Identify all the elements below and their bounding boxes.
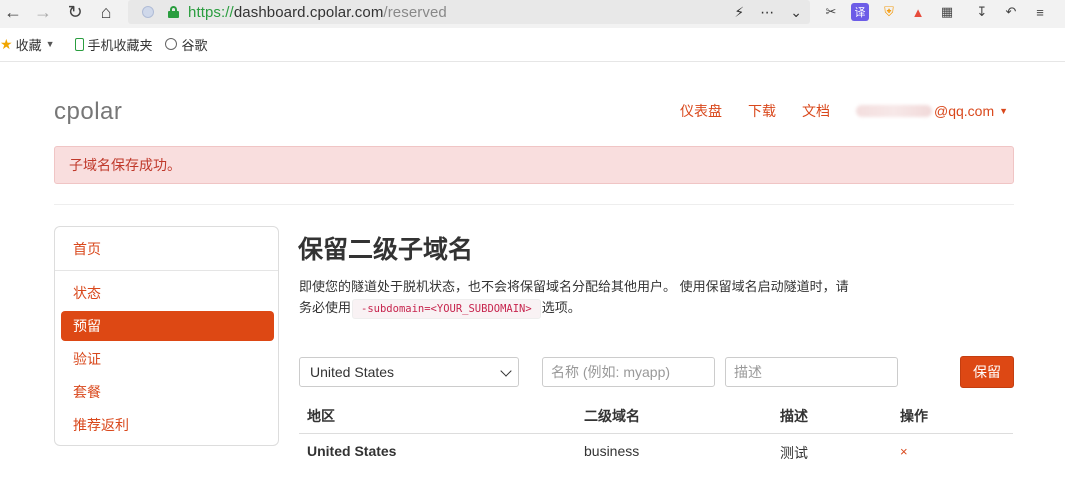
site-info-icon[interactable] (142, 6, 154, 18)
user-email: @qq.com (934, 103, 995, 119)
scissors-icon[interactable]: ✂ (822, 3, 840, 21)
bookmark-label: 谷歌 (181, 37, 208, 53)
star-icon: ★ (0, 35, 13, 52)
page-title: 保留二级子域名 (298, 236, 474, 264)
translate-icon[interactable]: 译 (851, 3, 869, 21)
phone-icon (74, 37, 84, 51)
sidebar: 首页 状态 预留 验证 套餐 推荐返利 (54, 226, 279, 446)
url-path: /reserved (383, 3, 447, 21)
description-input[interactable] (725, 357, 898, 387)
nav-dashboard[interactable]: 仪表盘 (680, 101, 722, 121)
divider (0, 61, 1065, 62)
lock-icon (168, 6, 179, 18)
caret-down-icon: ▼ (999, 106, 1009, 116)
forward-icon[interactable]: → (30, 0, 56, 24)
bookmark-label: 手机收藏夹 (87, 37, 153, 53)
bookmarks-bar: ★ 收藏 ▼ 手机收藏夹 谷歌 (0, 33, 220, 55)
sidebar-item-reserved[interactable]: 预留 (61, 311, 274, 341)
download-icon[interactable]: ↧ (973, 3, 991, 21)
subdomain-name-input[interactable] (542, 357, 715, 387)
cell-region: United States (307, 443, 397, 459)
url-scheme: https:// (188, 3, 234, 21)
cell-subdomain: business (584, 443, 640, 459)
table-header-divider (299, 433, 1013, 434)
cell-description: 测试 (780, 445, 808, 461)
url-host: dashboard.cpolar.com (233, 3, 384, 21)
gamepad-icon[interactable]: ▲ (909, 3, 927, 21)
logo[interactable]: cpolar (54, 98, 122, 126)
reload-icon[interactable]: ↻ (62, 0, 88, 24)
region-select[interactable]: United States (299, 357, 519, 387)
caret-down-icon[interactable]: ▼ (46, 39, 55, 49)
sidebar-item-referral[interactable]: 推荐返利 (61, 410, 274, 440)
bookmark-label: 收藏 (15, 37, 42, 53)
column-header-action: 操作 (900, 408, 928, 424)
reserve-button[interactable]: 保留 (960, 356, 1014, 388)
chevron-down-icon (500, 365, 512, 377)
sidebar-item-plan[interactable]: 套餐 (61, 377, 274, 407)
address-bar[interactable]: https://dashboard.cpolar.com/reserved ⚡︎… (128, 0, 810, 24)
undo-icon[interactable]: ↶ (1002, 3, 1020, 21)
chevron-down-icon[interactable]: ⌄ (790, 4, 802, 21)
sidebar-item-status[interactable]: 状态 (61, 278, 274, 308)
sidebar-item-verify[interactable]: 验证 (61, 344, 274, 374)
sidebar-item-home[interactable]: 首页 (61, 234, 274, 264)
page-description: 即使您的隧道处于脱机状态，也不会将保留域名分配给其他用户。 使用保留域名启动隧道… (299, 276, 859, 319)
nav-download[interactable]: 下载 (748, 101, 776, 121)
alert-message: 子域名保存成功。 (69, 157, 181, 173)
lightning-icon[interactable]: ⚡︎ (734, 4, 744, 21)
bookmark-favorites[interactable]: ★ 收藏 ▼ (0, 35, 63, 54)
more-icon[interactable]: ⋯ (760, 4, 774, 21)
nav-docs[interactable]: 文档 (802, 101, 830, 121)
delete-icon[interactable]: × (900, 444, 908, 459)
success-alert: 子域名保存成功。 (54, 146, 1014, 184)
code-snippet: -subdomain=<YOUR_SUBDOMAIN> (352, 299, 541, 319)
divider (54, 204, 1014, 205)
column-header-region: 地区 (307, 408, 335, 424)
bookmark-google[interactable]: 谷歌 (164, 35, 208, 54)
back-icon[interactable]: ← (0, 0, 26, 24)
column-header-subdomain: 二级域名 (584, 408, 640, 424)
bookmark-mobile[interactable]: 手机收藏夹 (74, 35, 153, 54)
shield-icon[interactable]: ⛨ (880, 3, 898, 21)
menu-icon[interactable]: ≡ (1031, 3, 1049, 21)
home-icon[interactable]: ⌂ (93, 0, 119, 24)
top-nav: 仪表盘 下载 文档 @qq.com ▼ (680, 101, 1008, 121)
user-menu[interactable]: @qq.com ▼ (856, 103, 1008, 119)
browser-toolbar: ← → ↻ ⌂ https://dashboard.cpolar.com/res… (0, 0, 1065, 28)
url-text[interactable]: https://dashboard.cpolar.com/reserved (188, 4, 447, 21)
description-text: 选项。 (541, 300, 581, 315)
sidebar-divider (55, 270, 278, 271)
globe-icon (164, 38, 177, 50)
redacted-username (856, 105, 932, 117)
apps-grid-icon[interactable]: ▦ (938, 3, 956, 21)
region-selected-value: United States (310, 364, 395, 380)
column-header-description: 描述 (780, 408, 808, 424)
